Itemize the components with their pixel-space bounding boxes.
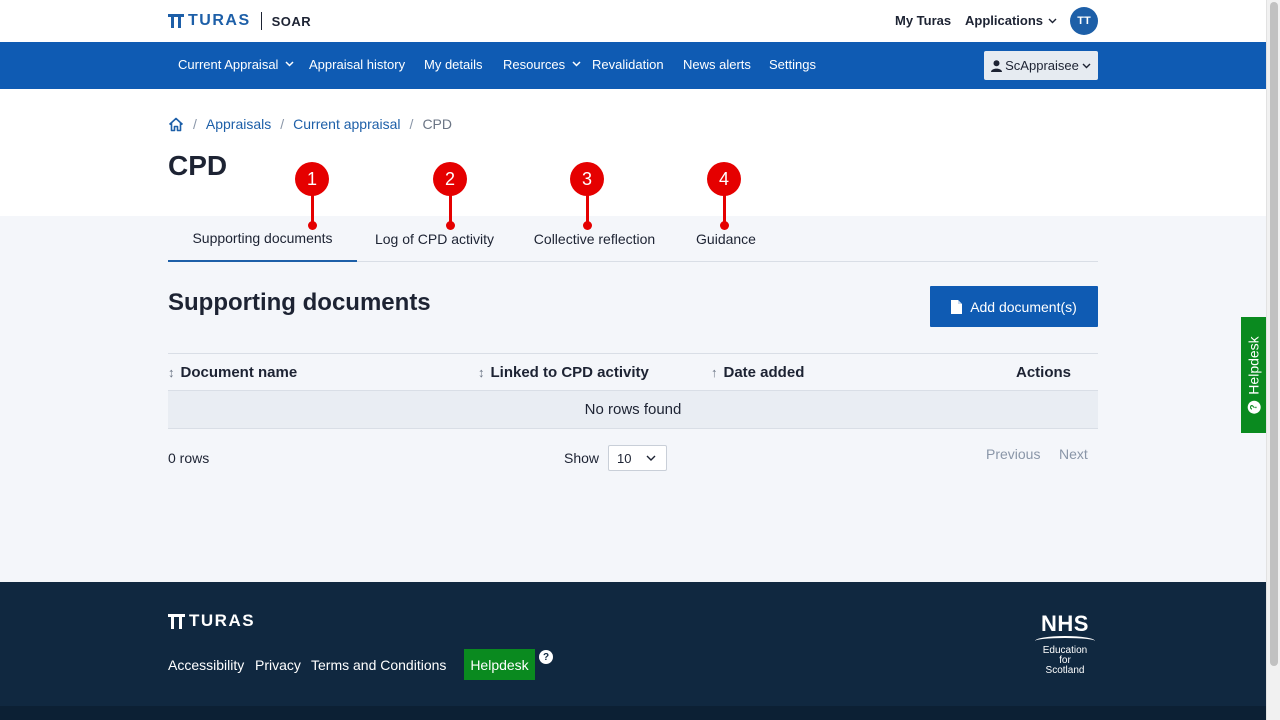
nav-my-details[interactable]: My details — [424, 57, 483, 72]
annotation-dot — [720, 221, 729, 230]
footer-turas-logo[interactable]: TURAS — [168, 611, 255, 631]
app-name: SOAR — [271, 13, 312, 29]
breadcrumb-appraisals[interactable]: Appraisals — [206, 116, 271, 132]
documents-table: ↕ Document name ↕ Linked to CPD activity… — [168, 353, 1098, 429]
applications-menu[interactable]: Applications — [965, 13, 1057, 28]
user-avatar[interactable]: TT — [1070, 7, 1098, 35]
annotation-line — [723, 194, 726, 222]
column-actions: Actions — [1015, 364, 1071, 381]
sort-ascending-icon: ↑ — [711, 365, 718, 380]
next-page-button[interactable]: Next — [1059, 446, 1088, 462]
annotation-line — [311, 194, 314, 222]
logo-divider — [260, 12, 262, 30]
page-size-select[interactable]: 10 — [608, 445, 667, 471]
tab-log-of-cpd-activity[interactable]: Log of CPD activity — [366, 216, 503, 262]
annotation-dot — [583, 221, 592, 230]
help-icon: ? — [1247, 400, 1260, 414]
column-label: Date added — [723, 364, 805, 381]
previous-page-button[interactable]: Previous — [986, 446, 1040, 462]
column-label: Document name — [180, 364, 298, 381]
annotation-marker-1: 1 — [295, 162, 329, 196]
turas-logo[interactable]: TURAS SOAR — [168, 12, 311, 30]
annotation-dot — [308, 221, 317, 230]
top-header: TURAS SOAR My Turas Applications TT — [0, 0, 1266, 42]
table-empty-row: No rows found — [168, 391, 1098, 429]
nav-current-appraisal[interactable]: Current Appraisal — [178, 57, 294, 72]
annotation-marker-2: 2 — [433, 162, 467, 196]
chevron-down-icon — [572, 61, 581, 67]
side-helpdesk-label: Helpdesk — [1245, 336, 1262, 395]
side-helpdesk-tab[interactable]: ? Helpdesk — [1241, 317, 1266, 433]
nav-revalidation[interactable]: Revalidation — [592, 57, 664, 72]
annotation-line — [586, 194, 589, 222]
footer-terms-link[interactable]: Terms and Conditions — [311, 657, 446, 673]
nav-resources[interactable]: Resources — [503, 57, 581, 72]
applications-label: Applications — [965, 13, 1044, 28]
scrollbar-thumb[interactable] — [1270, 2, 1278, 666]
footer-privacy-link[interactable]: Privacy — [255, 657, 301, 673]
vertical-scrollbar[interactable] — [1266, 0, 1280, 720]
nav-label: Resources — [503, 57, 566, 72]
turas-logo-icon — [168, 14, 184, 28]
annotation-line — [449, 194, 452, 222]
sort-icon: ↕ — [168, 365, 175, 380]
nav-appraisal-history[interactable]: Appraisal history — [309, 57, 405, 72]
chevron-down-icon — [285, 61, 294, 67]
help-icon: ? — [539, 650, 553, 664]
page-title: CPD — [168, 150, 228, 181]
breadcrumb-current-appraisal[interactable]: Current appraisal — [293, 116, 400, 132]
tab-collective-reflection[interactable]: Collective reflection — [522, 216, 667, 262]
user-icon — [991, 59, 1003, 72]
nav-settings[interactable]: Settings — [769, 57, 816, 72]
page-size-value: 10 — [617, 450, 632, 466]
main-nav: Current Appraisal Appraisal history My d… — [0, 42, 1266, 89]
breadcrumb-separator: / — [193, 116, 197, 132]
chevron-down-icon — [1048, 18, 1057, 23]
add-document-button[interactable]: Add document(s) — [930, 286, 1098, 327]
column-date-added[interactable]: ↑ Date added — [711, 364, 804, 381]
user-menu-button[interactable]: ScAppraisee — [984, 51, 1098, 80]
nhs-logo-text: NHS — [1041, 611, 1089, 636]
breadcrumb-separator: / — [280, 116, 285, 132]
annotation-dot — [446, 221, 455, 230]
chevron-down-icon — [646, 455, 656, 461]
column-label: Linked to CPD activity — [490, 364, 649, 381]
sort-icon: ↕ — [478, 365, 485, 380]
footer-bottom-strip — [0, 706, 1266, 720]
breadcrumb-separator: / — [409, 116, 414, 132]
chevron-down-icon — [1082, 63, 1091, 68]
nav-news-alerts[interactable]: News alerts — [683, 57, 751, 72]
nav-label: Current Appraisal — [178, 57, 279, 72]
logo-text: TURAS — [188, 12, 251, 29]
column-linked-to-cpd-activity[interactable]: ↕ Linked to CPD activity — [478, 364, 649, 381]
show-label: Show — [564, 450, 600, 466]
section-title: Supporting documents — [168, 289, 431, 316]
footer-accessibility-link[interactable]: Accessibility — [168, 657, 244, 673]
annotation-marker-3: 3 — [570, 162, 604, 196]
row-count: 0 rows — [168, 450, 210, 466]
column-document-name[interactable]: ↕ Document name — [168, 364, 297, 381]
add-document-label: Add document(s) — [970, 298, 1077, 315]
footer-helpdesk-button[interactable]: Helpdesk — [464, 649, 535, 680]
annotation-marker-4: 4 — [707, 162, 741, 196]
footer-logo-text: TURAS — [189, 611, 256, 630]
page: TURAS SOAR My Turas Applications TT Curr… — [0, 0, 1266, 720]
nhs-education-scotland-logo: NHS Education for Scotland — [1030, 612, 1100, 676]
user-menu-label: ScAppraisee — [1005, 58, 1079, 73]
breadcrumb: / Appraisals / Current appraisal / CPD — [168, 116, 452, 132]
my-turas-link[interactable]: My Turas — [895, 13, 951, 28]
tab-supporting-documents[interactable]: Supporting documents — [168, 216, 357, 262]
table-header: ↕ Document name ↕ Linked to CPD activity… — [168, 353, 1098, 391]
home-icon[interactable] — [168, 117, 184, 132]
document-icon — [951, 299, 963, 314]
breadcrumb-current: CPD — [422, 116, 452, 132]
turas-logo-icon — [168, 613, 185, 629]
nhs-logo-line: Scotland — [1045, 665, 1085, 676]
